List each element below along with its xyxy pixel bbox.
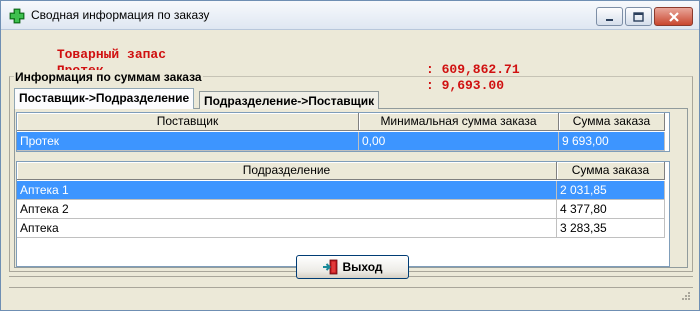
close-icon (668, 11, 679, 22)
column-header-min-order-sum[interactable]: Минимальная сумма заказа (359, 113, 559, 131)
window-title: Сводная информация по заказу (31, 8, 210, 22)
department-grid-header: Подразделение Сумма заказа (17, 162, 665, 180)
tab-supplier-to-department[interactable]: Поставщик->Подразделение (14, 88, 195, 109)
green-cross-icon (9, 8, 25, 24)
resize-grip-icon[interactable] (680, 290, 691, 301)
table-row[interactable]: Аптека 2 4 377,80 (17, 200, 665, 219)
order-summary-window: Сводная информация по заказу Товарный за… (0, 0, 700, 311)
close-button[interactable] (654, 7, 693, 26)
maximize-button[interactable] (625, 7, 652, 26)
table-row[interactable]: Аптека 1 2 031,85 (17, 181, 665, 200)
exit-door-icon (323, 259, 338, 275)
title-bar[interactable]: Сводная информация по заказу (1, 1, 699, 30)
exit-button[interactable]: Выход (296, 255, 409, 279)
cell-min-order-sum: 0,00 (359, 132, 559, 151)
stock-value: : 609,862.71 (426, 62, 520, 77)
status-bar (9, 287, 693, 303)
cell-supplier: Протек (17, 132, 359, 151)
column-header-department[interactable]: Подразделение (17, 162, 557, 180)
group-legend: Информация по суммам заказа (14, 70, 203, 84)
cell-order-sum: 9 693,00 (559, 132, 665, 151)
column-header-order-sum[interactable]: Сумма заказа (559, 113, 665, 131)
maximize-icon (633, 11, 644, 22)
client-area: Товарный запас : 609,862.71 Протек : 9,6… (4, 30, 696, 309)
exit-button-label: Выход (342, 260, 383, 274)
minimize-button[interactable] (596, 7, 623, 26)
cell-department: Аптека 2 (17, 200, 557, 219)
supplier-grid[interactable]: Поставщик Минимальная сумма заказа Сумма… (16, 112, 670, 152)
cell-order-sum: 2 031,85 (557, 181, 665, 200)
table-row[interactable]: Протек 0,00 9 693,00 (17, 132, 665, 151)
cell-order-sum: 3 283,35 (557, 219, 665, 238)
tab-department-to-supplier[interactable]: Подразделение->Поставщик (199, 91, 380, 109)
cell-department: Аптека (17, 219, 557, 238)
cell-department: Аптека 1 (17, 181, 557, 200)
department-grid[interactable]: Подразделение Сумма заказа Аптека 1 2 03… (16, 161, 670, 267)
supplier-grid-header: Поставщик Минимальная сумма заказа Сумма… (17, 113, 665, 131)
table-row[interactable]: Аптека 3 283,35 (17, 219, 665, 238)
column-header-supplier[interactable]: Поставщик (17, 113, 359, 131)
column-header-order-sum[interactable]: Сумма заказа (557, 162, 665, 180)
minimize-icon (605, 18, 613, 21)
cell-order-sum: 4 377,80 (557, 200, 665, 219)
